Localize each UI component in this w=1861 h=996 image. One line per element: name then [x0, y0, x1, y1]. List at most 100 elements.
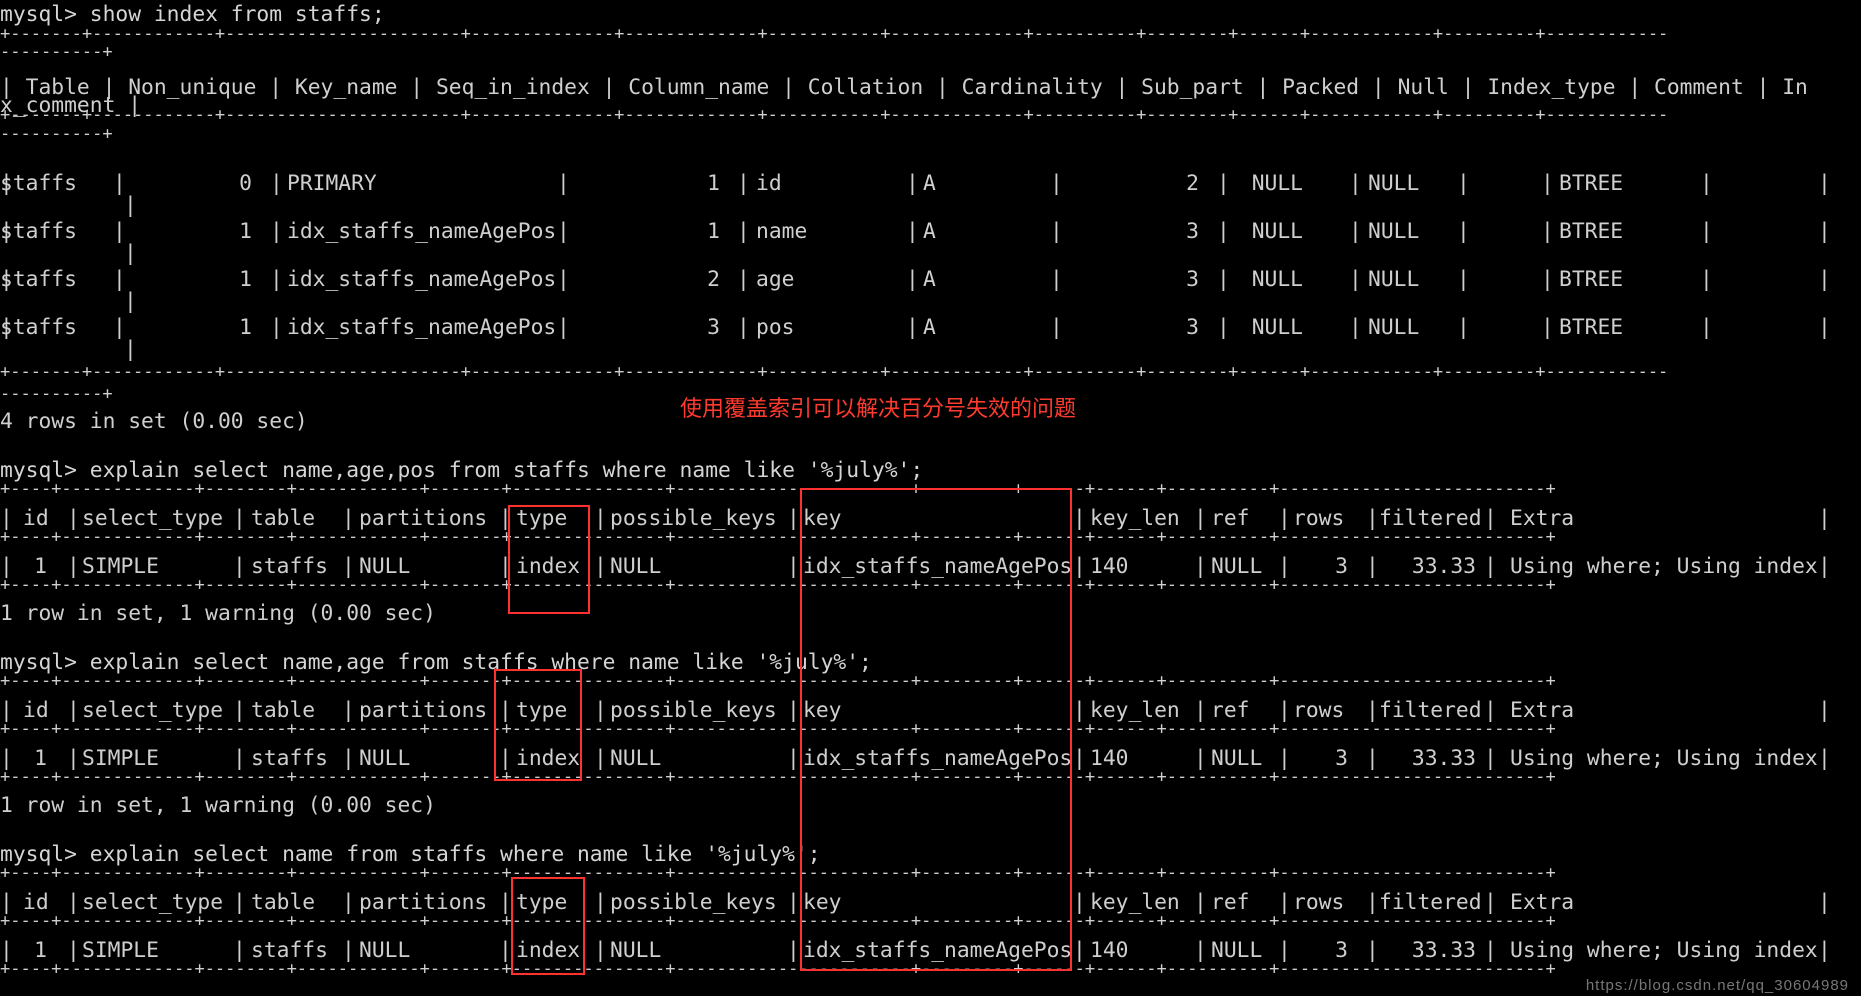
cell-cardinality: 3 [1186, 267, 1199, 292]
column-separator: | [1349, 171, 1362, 196]
cell-cardinality: 2 [1186, 171, 1199, 196]
table-border: ----------+ [0, 384, 113, 404]
cell-packed: NULL [1368, 171, 1420, 196]
cell-sub-part: NULL [1251, 267, 1303, 292]
cell-index-type: BTREE [1559, 267, 1624, 292]
table-row: | | | | | | | | | | | | | staffs 1 idx_staffs_nameAgePo… [0, 308, 1861, 348]
result-summary: 1 row in set, 1 warning (0.00 sec) [0, 793, 436, 818]
column-separator: | [270, 171, 283, 196]
cell-sub-part: NULL [1251, 315, 1303, 340]
column-separator: | [1457, 315, 1470, 340]
cell-table: staffs [0, 171, 77, 196]
table-border: +----+-------------+--------+-----------… [0, 479, 1556, 499]
cell-collation: A [923, 171, 936, 196]
table-border: +----+-------------+--------+-----------… [0, 671, 1556, 691]
column-separator: | [737, 171, 750, 196]
column-separator: | [1818, 746, 1831, 771]
cell-packed: NULL [1368, 315, 1420, 340]
column-separator: | [1818, 506, 1831, 531]
table-border: +----+-------------+--------+-----------… [0, 911, 1556, 931]
cell-collation: A [923, 219, 936, 244]
column-separator: | [1818, 267, 1831, 292]
column-separator: | [1457, 171, 1470, 196]
table-border: +----+-------------+--------+-----------… [0, 719, 1556, 739]
column-separator: | [737, 315, 750, 340]
cell-table: staffs [0, 267, 77, 292]
cell-seq: 2 [707, 267, 720, 292]
column-separator: | [1818, 315, 1831, 340]
column-separator: | [1541, 315, 1554, 340]
cell-extra: Using where; Using index [1510, 938, 1818, 963]
table-border: +----+-------------+--------+-----------… [0, 863, 1556, 883]
column-separator: | [1349, 267, 1362, 292]
column-separator: | [1700, 219, 1713, 244]
column-separator: | [1349, 315, 1362, 340]
column-separator: | [1818, 938, 1831, 963]
column-separator: | [1457, 219, 1470, 244]
result-summary: 1 row in set, 1 warning (0.00 sec) [0, 601, 436, 626]
column-separator: | [270, 315, 283, 340]
cell-extra: Using where; Using index [1510, 554, 1818, 579]
cell-key-name: PRIMARY [287, 171, 377, 196]
cell-extra: Using where; Using index [1510, 746, 1818, 771]
cell-key-name: idx_staffs_nameAgePos [287, 315, 557, 340]
column-separator: | [1700, 267, 1713, 292]
cell-key-name: idx_staffs_nameAgePos [287, 267, 557, 292]
column-separator: | [1700, 315, 1713, 340]
column-separator: | [906, 315, 919, 340]
cell-table: staffs [0, 315, 77, 340]
cell-seq: 1 [707, 219, 720, 244]
column-separator: | [1818, 219, 1831, 244]
column-separator: | [906, 171, 919, 196]
cell-cardinality: 3 [1186, 315, 1199, 340]
cell-column: id [756, 171, 782, 196]
index-header-row: | Table | Non_unique | Key_name | Seq_in… [0, 75, 1808, 100]
cell-collation: A [923, 267, 936, 292]
cell-key-name: idx_staffs_nameAgePos [287, 219, 557, 244]
column-separator: | [270, 267, 283, 292]
cell-index-type: BTREE [1559, 171, 1624, 196]
cell-collation: A [923, 315, 936, 340]
terminal-window[interactable]: mysql> show index from staffs; +-------+… [0, 0, 1861, 996]
column-separator: | [1457, 267, 1470, 292]
table-border: +----+-------------+--------+-----------… [0, 959, 1556, 979]
cell-seq: 1 [707, 171, 720, 196]
column-separator: | [270, 219, 283, 244]
cell-column: name [756, 219, 808, 244]
column-separator: | [1818, 890, 1831, 915]
table-border: ----------+ [0, 42, 113, 62]
column-separator: | [1349, 219, 1362, 244]
cell-sub-part: NULL [1251, 171, 1303, 196]
cell-cardinality: 3 [1186, 219, 1199, 244]
table-row: | | | | | | | | | | | | | staffs 1 idx_staffs_nameAgePo… [0, 212, 1861, 252]
cell-non-unique: 1 [239, 315, 252, 340]
column-separator: | [1541, 267, 1554, 292]
cell-column: pos [756, 315, 795, 340]
column-separator: | [1541, 171, 1554, 196]
cell-non-unique: 0 [239, 171, 252, 196]
column-separator: | [906, 219, 919, 244]
column-separator: | [1700, 171, 1713, 196]
table-border: +----+-------------+--------+-----------… [0, 527, 1556, 547]
cell-table: staffs [0, 219, 77, 244]
cell-non-unique: 1 [239, 267, 252, 292]
table-border: +-------+------------+------------------… [0, 105, 1669, 125]
cell-packed: NULL [1368, 267, 1420, 292]
table-border: +----+-------------+--------+-----------… [0, 767, 1556, 787]
cell-index-type: BTREE [1559, 219, 1624, 244]
table-border: +----+-------------+--------+-----------… [0, 575, 1556, 595]
cell-seq: 3 [707, 315, 720, 340]
result-summary: 4 rows in set (0.00 sec) [0, 409, 308, 434]
cell-index-type: BTREE [1559, 315, 1624, 340]
column-separator: | [737, 267, 750, 292]
column-separator: | [1541, 219, 1554, 244]
table-row: | | | | | | | | | | | | | staffs 1 idx_staffs_nameAgePo… [0, 260, 1861, 300]
column-separator: | [906, 267, 919, 292]
table-border: +-------+------------+------------------… [0, 362, 1669, 382]
cell-column: age [756, 267, 795, 292]
watermark: https://blog.csdn.net/qq_30604989 [1585, 977, 1849, 994]
annotation-note: 使用覆盖索引可以解决百分号失效的问题 [680, 397, 1077, 422]
column-separator: | [737, 219, 750, 244]
column-separator: | [1818, 554, 1831, 579]
column-separator: | [1818, 698, 1831, 723]
